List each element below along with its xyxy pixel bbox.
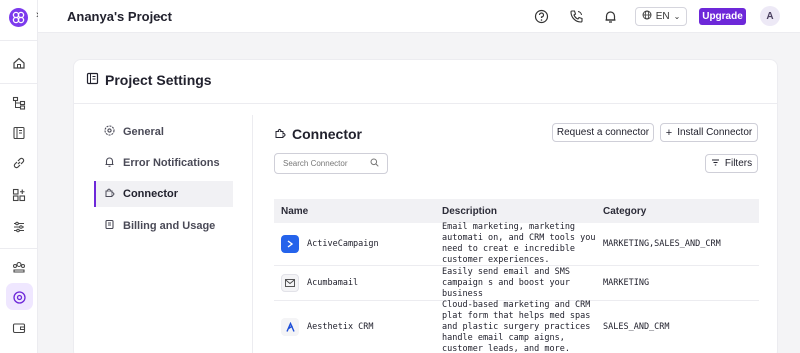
name-cell: Acumbamail [274,274,435,292]
book-icon[interactable] [11,125,27,141]
category-cell: MARKETING,SALES_AND_CRM [603,239,721,249]
top-bar: Ananya's Project ⌄ EN ⌄ Upgrade A [38,0,800,33]
wallet-icon[interactable] [11,320,27,336]
bell-icon[interactable] [602,8,618,24]
help-icon[interactable] [533,8,549,24]
aesthetix-logo-icon [281,318,299,336]
nav-item-general[interactable]: General [96,119,235,145]
nav-item-billing[interactable]: Billing and Usage [96,213,235,239]
column-header-description[interactable]: Description [435,206,596,217]
receipt-icon [104,219,115,233]
install-connector-label: Install Connector [677,127,753,138]
home-icon[interactable] [11,55,27,71]
request-connector-label: Request a connector [556,127,650,138]
language-select[interactable]: EN ⌄ [635,7,687,26]
connector-name: Aesthetix CRM [307,322,374,332]
phone-icon[interactable] [568,8,584,24]
vertical-divider [252,115,253,353]
description-cell: Easily send email and SMS campaign s and… [442,266,570,299]
left-rail [0,0,38,353]
gear-icon [104,125,115,139]
nav-item-connector[interactable]: Connector [94,181,233,207]
connector-table: Name Description Category ActiveCampaign… [274,199,759,353]
link-icon[interactable] [11,155,27,171]
chevron-down-icon: ⌄ [673,12,681,21]
section-title-text: Connector [292,126,362,142]
connector-name: ActiveCampaign [307,239,379,249]
puzzle-icon [274,126,286,142]
page-title-text: Project Settings [105,72,212,88]
description-cell: Cloud-based marketing and CRM plat form … [442,299,591,353]
chevron-down-icon[interactable]: ⌄ [156,10,164,21]
rail-divider [0,83,38,84]
team-icon[interactable] [11,259,27,275]
nav-label: Connector [123,188,178,200]
name-cell: ActiveCampaign [274,235,435,253]
table-header: Name Description Category [274,199,759,223]
bell-icon [104,156,115,170]
filter-icon [711,158,720,170]
section-title: Connector [274,126,362,142]
settings-icon[interactable] [11,289,27,305]
search-icon [370,158,379,169]
flow-icon[interactable] [11,95,27,111]
project-settings-card: Project Settings General Error Notificat… [73,59,778,353]
install-connector-button[interactable]: + Install Connector [660,123,758,142]
language-label: EN [655,11,670,22]
search-input[interactable]: Search Connector [274,153,388,174]
table-row[interactable]: Acumbamail Easily send email and SMS cam… [274,266,759,301]
rail-divider [0,40,38,41]
avatar[interactable]: A [760,6,780,26]
app-logo[interactable] [9,8,28,27]
nav-item-error-notifications[interactable]: Error Notifications [96,150,235,176]
activecampaign-logo-icon [281,235,299,253]
category-cell: SALES_AND_CRM [603,322,670,332]
nav-label: Billing and Usage [123,220,216,232]
column-header-name[interactable]: Name [274,206,435,217]
search-placeholder: Search Connector [283,159,348,168]
mail-logo-icon [281,274,299,292]
table-row[interactable]: ActiveCampaign Email marketing, marketin… [274,222,759,266]
table-row[interactable]: Aesthetix CRM Cloud-based marketing and … [274,299,759,353]
page-title: Project Settings [86,72,212,88]
settings-book-icon [86,72,99,88]
rail-divider [0,248,38,249]
puzzle-icon [104,187,115,201]
sliders-icon[interactable] [11,219,27,235]
name-cell: Aesthetix CRM [274,318,435,336]
nav-label: Error Notifications [123,157,220,169]
request-connector-button[interactable]: Request a connector [552,123,654,142]
description-cell: Email marketing, marketing automati on, … [442,222,596,265]
column-header-category[interactable]: Category [596,206,759,217]
apps-icon[interactable] [11,187,27,203]
category-cell: MARKETING [603,278,650,288]
nav-label: General [123,126,164,138]
globe-icon [642,10,652,23]
upgrade-button[interactable]: Upgrade [699,8,746,25]
plus-icon: + [665,126,673,139]
filters-button[interactable]: Filters [705,154,758,173]
filters-label: Filters [724,158,753,169]
connector-name: Acumbamail [307,278,359,288]
card-divider [74,103,777,104]
